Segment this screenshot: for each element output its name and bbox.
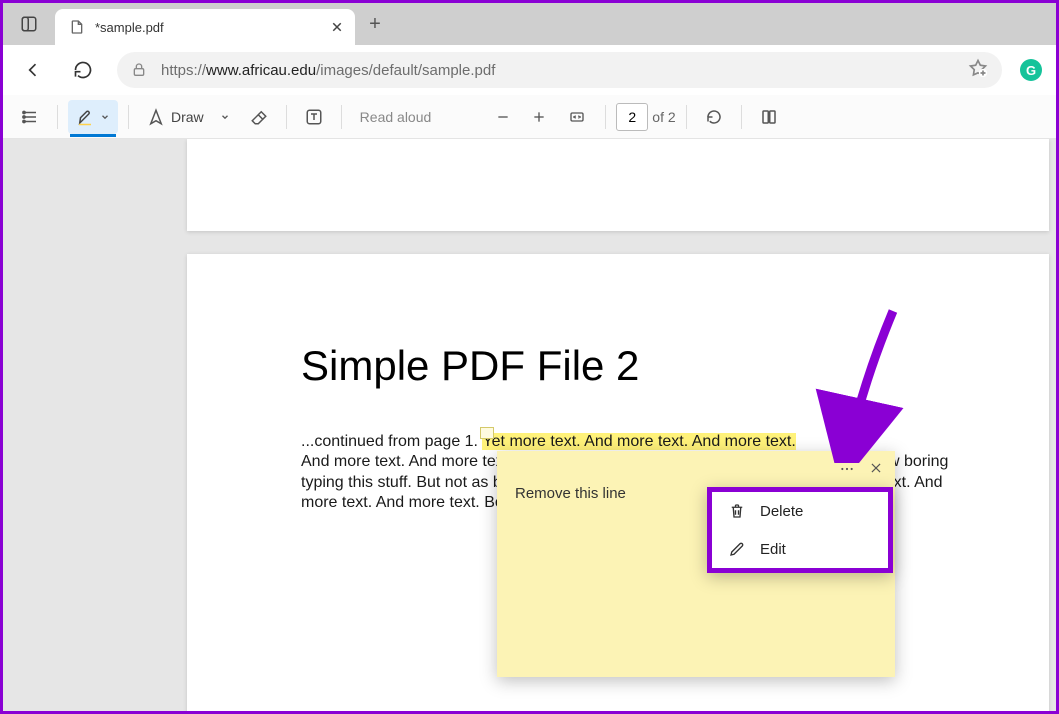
- trash-icon: [728, 502, 746, 520]
- pdf-toolbar: Draw Read aloud of 2: [3, 95, 1056, 139]
- lock-icon: [131, 62, 147, 78]
- fit-button[interactable]: [559, 100, 595, 134]
- zoom-in-button[interactable]: [523, 100, 555, 134]
- grammarly-icon[interactable]: G: [1020, 59, 1042, 81]
- tab-overview-button[interactable]: [3, 3, 55, 45]
- note-context-menu: Delete Edit: [707, 487, 893, 573]
- refresh-button[interactable]: [67, 54, 99, 86]
- new-tab-button[interactable]: +: [355, 3, 395, 45]
- tab-title: *sample.pdf: [95, 20, 319, 35]
- page-number-input[interactable]: [616, 103, 648, 131]
- address-bar: https://www.africau.edu/images/default/s…: [3, 45, 1056, 95]
- draw-label: Draw: [171, 109, 204, 125]
- title-bar: *sample.pdf +: [3, 3, 1056, 45]
- pencil-icon: [728, 540, 746, 558]
- favorite-button[interactable]: [968, 58, 988, 83]
- page-heading: Simple PDF File 2: [301, 342, 979, 390]
- read-aloud-button[interactable]: Read aloud: [352, 100, 440, 134]
- menu-item-delete[interactable]: Delete: [712, 492, 888, 530]
- back-button[interactable]: [17, 54, 49, 86]
- text-button[interactable]: [297, 100, 331, 134]
- menu-item-edit[interactable]: Edit: [712, 530, 888, 568]
- file-icon: [69, 19, 85, 35]
- rotate-button[interactable]: [697, 100, 731, 134]
- erase-button[interactable]: [242, 100, 276, 134]
- url-text: https://www.africau.edu/images/default/s…: [161, 62, 954, 79]
- draw-button[interactable]: Draw: [139, 100, 238, 134]
- page-previous-stub: [187, 139, 1049, 231]
- note-anchor-icon[interactable]: [480, 427, 494, 439]
- zoom-out-button[interactable]: [487, 100, 519, 134]
- chevron-down-icon: [100, 112, 110, 122]
- tab-close-button[interactable]: [329, 19, 345, 35]
- page-view-button[interactable]: [752, 100, 786, 134]
- highlight-button[interactable]: [68, 100, 118, 134]
- note-close-button[interactable]: [869, 461, 883, 482]
- note-options-button[interactable]: [839, 461, 855, 482]
- highlighted-text[interactable]: Yet more text. And more text. And more t…: [482, 433, 795, 450]
- chevron-down-icon: [220, 112, 230, 122]
- browser-tab[interactable]: *sample.pdf: [55, 9, 355, 45]
- url-bar[interactable]: https://www.africau.edu/images/default/s…: [117, 52, 1002, 88]
- page-total: of 2: [652, 109, 675, 125]
- contents-button[interactable]: [13, 100, 47, 134]
